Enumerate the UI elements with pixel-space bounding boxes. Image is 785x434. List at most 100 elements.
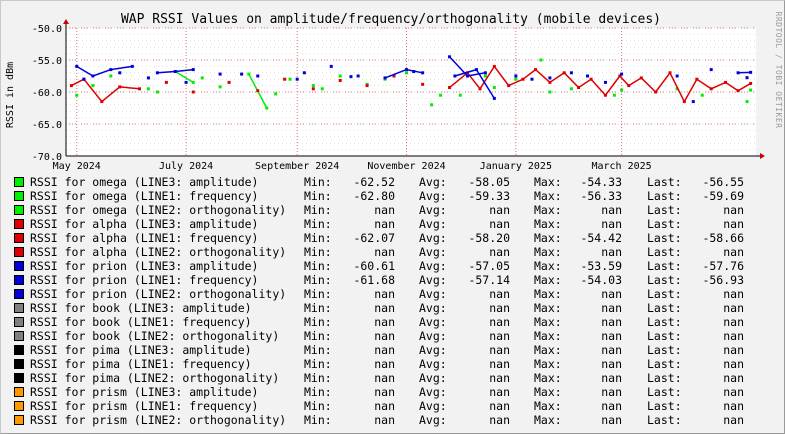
legend-last-value: nan bbox=[723, 343, 744, 357]
legend-min-caption: Min: bbox=[304, 245, 332, 259]
data-point bbox=[569, 71, 573, 75]
data-point bbox=[439, 93, 443, 97]
legend-last-value: nan bbox=[723, 357, 744, 371]
data-point bbox=[227, 80, 231, 84]
data-point bbox=[709, 68, 713, 72]
legend-last-value: nan bbox=[723, 245, 744, 259]
legend-row: RSSI for pima (LINE2: orthogonality) Min:… bbox=[14, 371, 774, 385]
legend-max-value: nan bbox=[601, 301, 622, 315]
legend-row: RSSI for alpha (LINE2: orthogonality) Min… bbox=[14, 245, 774, 259]
legend-min-value: nan bbox=[374, 399, 395, 413]
legend-last-value: nan bbox=[723, 287, 744, 301]
legend-avg-caption: Avg: bbox=[419, 231, 447, 245]
legend-min-caption: Min: bbox=[304, 371, 332, 385]
legend-last-caption: Last: bbox=[647, 175, 682, 189]
legend-avg-value: -59.33 bbox=[468, 189, 510, 203]
legend-avg-caption: Avg: bbox=[419, 385, 447, 399]
legend-min-value: nan bbox=[374, 329, 395, 343]
legend-max-value: -56.33 bbox=[580, 189, 622, 203]
data-point bbox=[200, 76, 204, 80]
legend-avg-value: nan bbox=[489, 315, 510, 329]
legend-min-caption: Min: bbox=[304, 343, 332, 357]
legend-min-value: -62.07 bbox=[353, 231, 395, 245]
legend-swatch bbox=[14, 233, 24, 243]
legend-label: RSSI for alpha (LINE3: amplitude) bbox=[30, 217, 259, 231]
data-point bbox=[164, 80, 168, 84]
legend-max-caption: Max: bbox=[534, 217, 562, 231]
legend-last-caption: Last: bbox=[647, 231, 682, 245]
y-tick-label: -65.0 bbox=[32, 120, 62, 131]
data-point bbox=[91, 84, 95, 88]
legend-avg-value: -57.14 bbox=[468, 273, 510, 287]
legend-swatch bbox=[14, 205, 24, 215]
legend-row: RSSI for book (LINE3: amplitude) Min: nan A… bbox=[14, 301, 774, 315]
legend-swatch bbox=[14, 387, 24, 397]
legend-max-caption: Max: bbox=[534, 301, 562, 315]
legend-label: RSSI for prism (LINE3: amplitude) bbox=[30, 385, 259, 399]
legend-min-caption: Min: bbox=[304, 385, 332, 399]
legend-last-value: nan bbox=[723, 329, 744, 343]
legend-max-caption: Max: bbox=[534, 399, 562, 413]
legend-avg-caption: Avg: bbox=[419, 217, 447, 231]
legend-min-caption: Min: bbox=[304, 399, 332, 413]
legend-avg-caption: Avg: bbox=[419, 357, 447, 371]
legend-last-value: nan bbox=[723, 217, 744, 231]
legend-swatch bbox=[14, 289, 24, 299]
data-point bbox=[745, 76, 749, 80]
data-point bbox=[329, 64, 333, 68]
legend-swatch bbox=[14, 191, 24, 201]
legend-label: RSSI for book (LINE3: amplitude) bbox=[30, 301, 252, 315]
legend-swatch bbox=[14, 345, 24, 355]
data-point bbox=[311, 87, 315, 91]
legend-max-caption: Max: bbox=[534, 413, 562, 427]
legend-min-caption: Min: bbox=[304, 231, 332, 245]
legend-label: RSSI for pima (LINE3: amplitude) bbox=[30, 343, 252, 357]
data-point bbox=[338, 78, 342, 82]
legend-max-caption: Max: bbox=[534, 273, 562, 287]
legend-last-value: nan bbox=[723, 315, 744, 329]
legend-avg-value: nan bbox=[489, 301, 510, 315]
rrdtool-watermark: RRDTOOL / TOBI OETIKER bbox=[774, 12, 783, 129]
legend-swatch bbox=[14, 401, 24, 411]
legend-max-value: nan bbox=[601, 217, 622, 231]
legend-max-value: -53.59 bbox=[580, 259, 622, 273]
legend-avg-caption: Avg: bbox=[419, 301, 447, 315]
legend-last-value: -57.76 bbox=[702, 259, 744, 273]
y-tick-label: -50.0 bbox=[32, 24, 62, 35]
legend-min-caption: Min: bbox=[304, 259, 332, 273]
legend-max-value: -54.03 bbox=[580, 273, 622, 287]
data-point bbox=[569, 87, 573, 91]
chart-title: WAP RSSI Values on amplitude/frequency/o… bbox=[121, 12, 661, 27]
legend-max-value: nan bbox=[601, 413, 622, 427]
legend-row: RSSI for omega (LINE1: frequency) Min: -62… bbox=[14, 189, 774, 203]
data-point bbox=[146, 76, 150, 80]
legend-min-value: nan bbox=[374, 301, 395, 315]
data-point bbox=[483, 74, 487, 78]
legend-max-value: nan bbox=[601, 371, 622, 385]
legend-avg-caption: Avg: bbox=[419, 399, 447, 413]
legend-min-value: nan bbox=[374, 385, 395, 399]
data-point bbox=[75, 93, 79, 97]
x-tick-label: March 2025 bbox=[591, 161, 651, 172]
legend-swatch bbox=[14, 247, 24, 257]
y-tick-label: -60.0 bbox=[32, 88, 62, 99]
legend-last-caption: Last: bbox=[647, 399, 682, 413]
x-axis-arrow bbox=[760, 153, 765, 159]
legend-row: RSSI for omega (LINE2: orthogonality) Min… bbox=[14, 203, 774, 217]
legend-avg-caption: Avg: bbox=[419, 189, 447, 203]
legend-avg-caption: Avg: bbox=[419, 287, 447, 301]
data-point bbox=[514, 77, 518, 81]
legend-max-value: nan bbox=[601, 203, 622, 217]
legend-last-value: -59.69 bbox=[702, 189, 744, 203]
legend-avg-value: nan bbox=[489, 371, 510, 385]
legend-avg-value: nan bbox=[489, 385, 510, 399]
legend-last-caption: Last: bbox=[647, 301, 682, 315]
legend-min-value: nan bbox=[374, 245, 395, 259]
legend-avg-value: -58.05 bbox=[468, 175, 510, 189]
legend-row: RSSI for prism (LINE3: amplitude) Min: nan… bbox=[14, 385, 774, 399]
legend-row: RSSI for omega (LINE3: amplitude) Min: -62… bbox=[14, 175, 774, 189]
legend-swatch bbox=[14, 359, 24, 369]
legend-min-value: nan bbox=[374, 287, 395, 301]
legend-max-value: nan bbox=[601, 329, 622, 343]
data-point bbox=[530, 77, 534, 81]
